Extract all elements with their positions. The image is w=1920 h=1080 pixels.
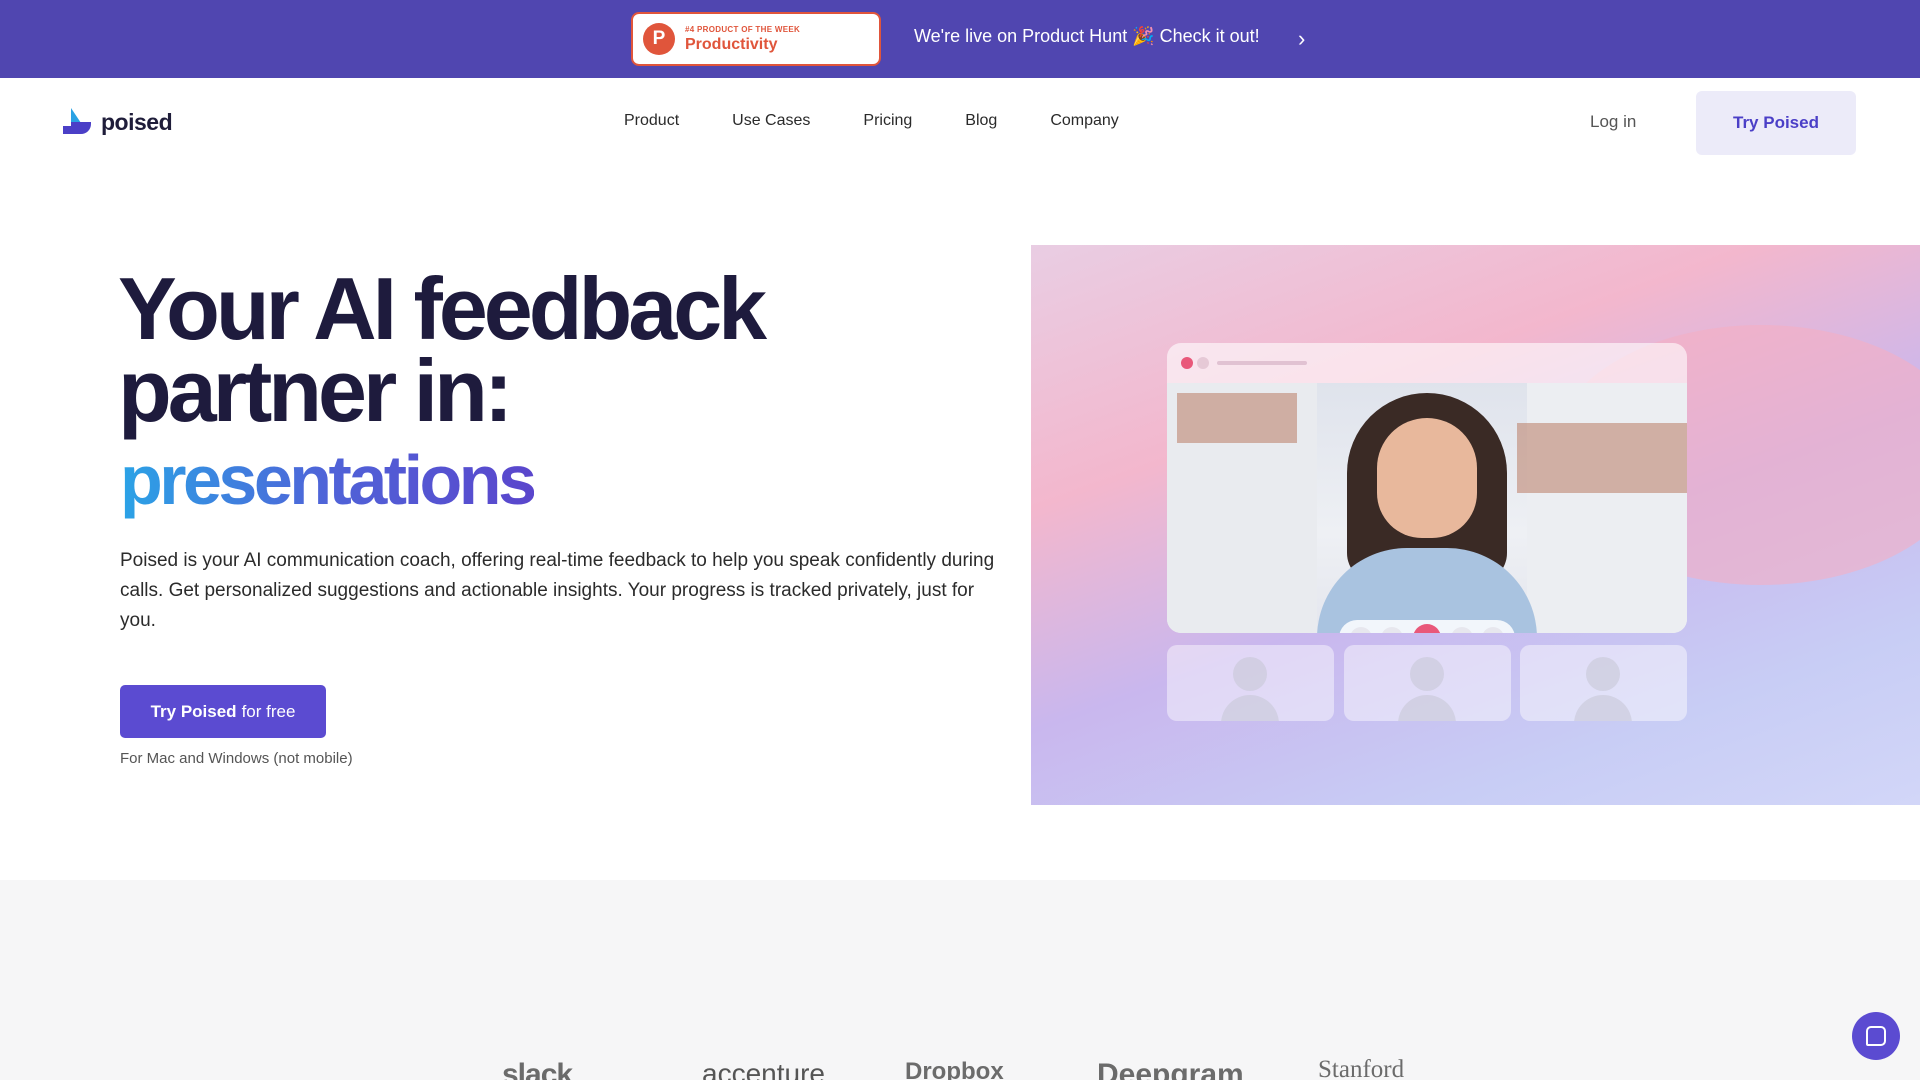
window-dot-icon	[1197, 357, 1209, 369]
nav-links: Product Use Cases Pricing Blog Company	[624, 112, 1172, 130]
logo-stanford: Stanford	[1318, 1056, 1405, 1080]
brand-logo[interactable]: poised	[63, 108, 173, 136]
camera-icon: ■	[1349, 627, 1372, 633]
login-link[interactable]: Log in	[1590, 112, 1636, 132]
window-dot-icon	[1181, 357, 1193, 369]
badge-subtitle: #4 PRODUCT OF THE WEEK	[685, 24, 801, 34]
call-controls: ■ ● ☎ + ⋯	[1339, 620, 1515, 633]
product-hunt-logo-icon: P	[643, 23, 675, 55]
hero-illustration: ■ ● ☎ + ⋯	[1031, 245, 1920, 805]
nav-link-company[interactable]: Company	[1050, 112, 1118, 130]
nav-link-pricing[interactable]: Pricing	[863, 112, 912, 130]
chat-icon	[1866, 1026, 1886, 1046]
add-person-icon: +	[1450, 627, 1473, 633]
top-nav: poised Product Use Cases Pricing Blog Co…	[0, 78, 1920, 168]
window-title-placeholder	[1217, 361, 1307, 365]
announcement-text[interactable]: We're live on Product Hunt 🎉 Check it ou…	[914, 26, 1260, 47]
platform-note: For Mac and Windows (not mobile)	[120, 750, 353, 767]
participant-tiles	[1167, 645, 1687, 721]
logo-slack: slack	[502, 1058, 573, 1080]
try-free-button[interactable]: Try Poised for free	[120, 685, 326, 738]
mic-icon: ●	[1381, 627, 1404, 633]
customer-logos-section: slack accenture Dropbox Deepgram Stanfor…	[0, 880, 1920, 1080]
poised-logo-icon	[63, 108, 91, 136]
product-hunt-badge[interactable]: P #4 PRODUCT OF THE WEEK Productivity	[631, 12, 881, 66]
nav-link-product[interactable]: Product	[624, 112, 679, 130]
badge-title: Productivity	[685, 35, 778, 53]
cta-bold-label: Try Poised	[150, 701, 237, 721]
try-poised-button[interactable]: Try Poised	[1696, 91, 1856, 155]
chat-widget-button[interactable]	[1852, 1012, 1900, 1060]
end-call-icon: ☎	[1412, 624, 1441, 633]
participant-placeholder	[1343, 645, 1511, 721]
participant-placeholder	[1167, 645, 1334, 721]
logo-accenture: accenture	[702, 1058, 825, 1080]
nav-link-use-cases[interactable]: Use Cases	[732, 112, 810, 130]
more-icon: ⋯	[1482, 627, 1505, 633]
cta-label: for free	[241, 701, 296, 721]
video-call-window: ■ ● ☎ + ⋯	[1167, 343, 1687, 633]
hero-title: Your AI feedback partner in:	[118, 259, 767, 440]
nav-link-blog[interactable]: Blog	[965, 112, 997, 130]
window-titlebar	[1167, 343, 1687, 383]
announcement-bar[interactable]: P #4 PRODUCT OF THE WEEK Productivity We…	[0, 0, 1920, 78]
brand-name: poised	[101, 108, 173, 135]
chevron-right-icon[interactable]: ›	[1298, 26, 1305, 52]
participant-placeholder	[1520, 645, 1687, 721]
video-feed: ■ ● ☎ + ⋯	[1167, 383, 1687, 633]
logo-dropbox: Dropbox	[905, 1058, 1004, 1080]
hero-description: Poised is your AI communication coach, o…	[120, 550, 995, 631]
hero-rotating-word: presentations	[120, 441, 537, 519]
logo-deepgram: Deepgram	[1097, 1058, 1244, 1080]
